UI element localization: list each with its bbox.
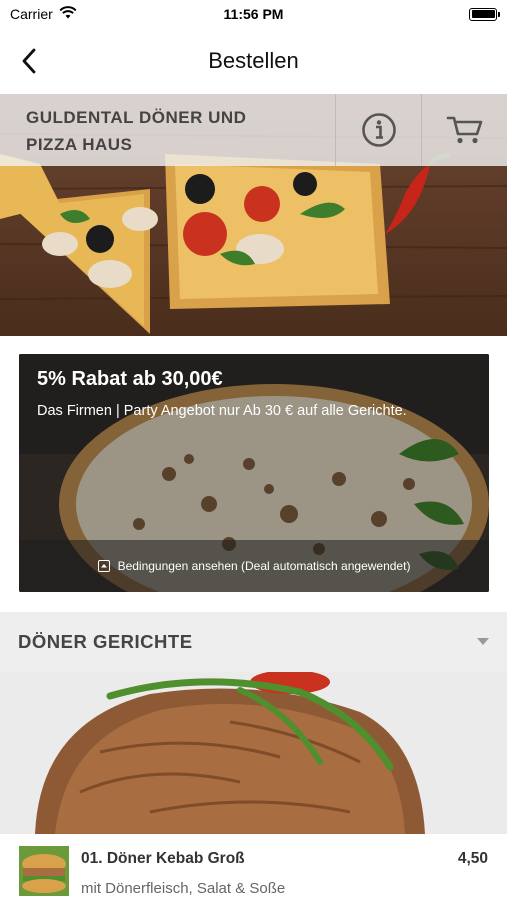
category-header[interactable]: DÖNER GERICHTE	[0, 612, 507, 672]
restaurant-name-line2: PIZZA HAUS	[26, 135, 133, 154]
status-bar: Carrier 11:56 PM	[0, 0, 507, 28]
deal-description: Das Firmen | Party Angebot nur Ab 30 € a…	[37, 403, 407, 419]
deal-text: 5% Rabat ab 30,00€ Das Firmen | Party An…	[37, 368, 471, 421]
page-title: Bestellen	[208, 48, 299, 73]
chevron-left-icon	[22, 48, 36, 74]
category-title: DÖNER GERICHTE	[18, 631, 193, 652]
item-name: 01. Döner Kebab Groß	[81, 850, 245, 867]
document-icon	[97, 560, 110, 572]
deal-card[interactable]: 5% Rabat ab 30,00€ Das Firmen | Party An…	[19, 354, 489, 592]
nav-bar: Bestellen	[0, 28, 507, 94]
cart-icon	[446, 116, 482, 144]
chevron-down-icon	[477, 638, 489, 645]
restaurant-hero: GULDENTAL DÖNER UND PIZZA HAUS	[0, 94, 507, 336]
deal-conditions-label: Bedingungen ansehen (Deal automatisch an…	[117, 559, 411, 573]
item-price: 4,50	[457, 850, 488, 867]
battery-icon	[469, 7, 500, 21]
info-icon	[361, 113, 396, 147]
info-button[interactable]	[335, 94, 421, 166]
doner-image	[0, 672, 507, 834]
item-description: mit Dönerfleisch, Salat & Soße	[81, 880, 286, 897]
back-button[interactable]	[14, 44, 44, 78]
cart-button[interactable]	[421, 94, 507, 166]
deal-title: 5% Rabat ab 30,00€	[37, 368, 223, 390]
deal-conditions-link[interactable]: Bedingungen ansehen (Deal automatisch an…	[19, 540, 489, 592]
menu-item[interactable]: 01. Döner Kebab Groß mit Dönerfleisch, S…	[0, 834, 507, 900]
wifi-icon	[59, 6, 77, 22]
restaurant-name-line1: GULDENTAL DÖNER UND	[26, 108, 247, 127]
item-thumbnail	[19, 846, 69, 896]
status-left: Carrier	[10, 6, 77, 22]
carrier-label: Carrier	[10, 6, 53, 22]
category-image	[0, 672, 507, 834]
restaurant-header: GULDENTAL DÖNER UND PIZZA HAUS	[0, 94, 507, 166]
restaurant-name: GULDENTAL DÖNER UND PIZZA HAUS	[0, 94, 335, 166]
